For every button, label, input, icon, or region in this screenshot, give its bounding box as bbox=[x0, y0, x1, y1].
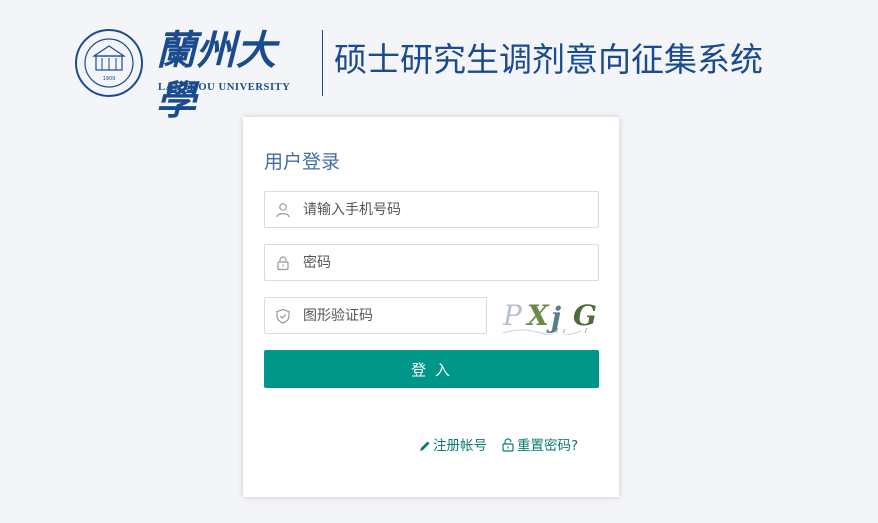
reset-password-label: 重置密码? bbox=[517, 438, 579, 454]
pencil-icon bbox=[420, 441, 430, 451]
user-icon bbox=[276, 203, 290, 218]
phone-field[interactable] bbox=[264, 191, 599, 228]
university-logo: 蘭州大學 LANZHOU UNIVERSITY bbox=[156, 26, 306, 124]
auxiliary-links: 注册帐号 重置密码? bbox=[419, 434, 599, 454]
svg-text:X: X bbox=[525, 299, 550, 332]
password-field[interactable] bbox=[264, 244, 599, 281]
university-name-cn: 蘭州大學 bbox=[156, 27, 276, 124]
reset-password-link[interactable]: 重置密码? bbox=[501, 434, 578, 454]
university-seal-icon: 1909 bbox=[75, 29, 143, 97]
header: 1909 蘭州大學 LANZHOU UNIVERSITY 硕士研究生调剂意向征集… bbox=[74, 26, 814, 124]
captcha-input[interactable] bbox=[303, 298, 473, 333]
captcha-field[interactable] bbox=[264, 297, 487, 334]
unlock-icon bbox=[502, 438, 514, 452]
lock-icon bbox=[277, 256, 289, 271]
register-link[interactable]: 注册帐号 bbox=[419, 434, 487, 454]
password-input[interactable] bbox=[303, 245, 583, 280]
svg-text:P: P bbox=[502, 299, 523, 332]
system-title: 硕士研究生调剂意向征集系统 bbox=[334, 40, 763, 79]
register-link-label: 注册帐号 bbox=[433, 438, 487, 454]
login-button[interactable]: 登 入 bbox=[264, 350, 599, 388]
shield-icon bbox=[276, 308, 290, 324]
seal-year: 1909 bbox=[103, 76, 116, 82]
login-card: 用户登录 P X j G 登 入 bbox=[243, 117, 619, 497]
phone-input[interactable] bbox=[303, 192, 583, 227]
svg-text:G: G bbox=[573, 299, 597, 332]
captcha-image[interactable]: P X j G bbox=[501, 295, 599, 335]
university-name-en: LANZHOU UNIVERSITY bbox=[158, 82, 291, 93]
login-title: 用户登录 bbox=[264, 151, 341, 173]
header-divider bbox=[322, 30, 323, 96]
